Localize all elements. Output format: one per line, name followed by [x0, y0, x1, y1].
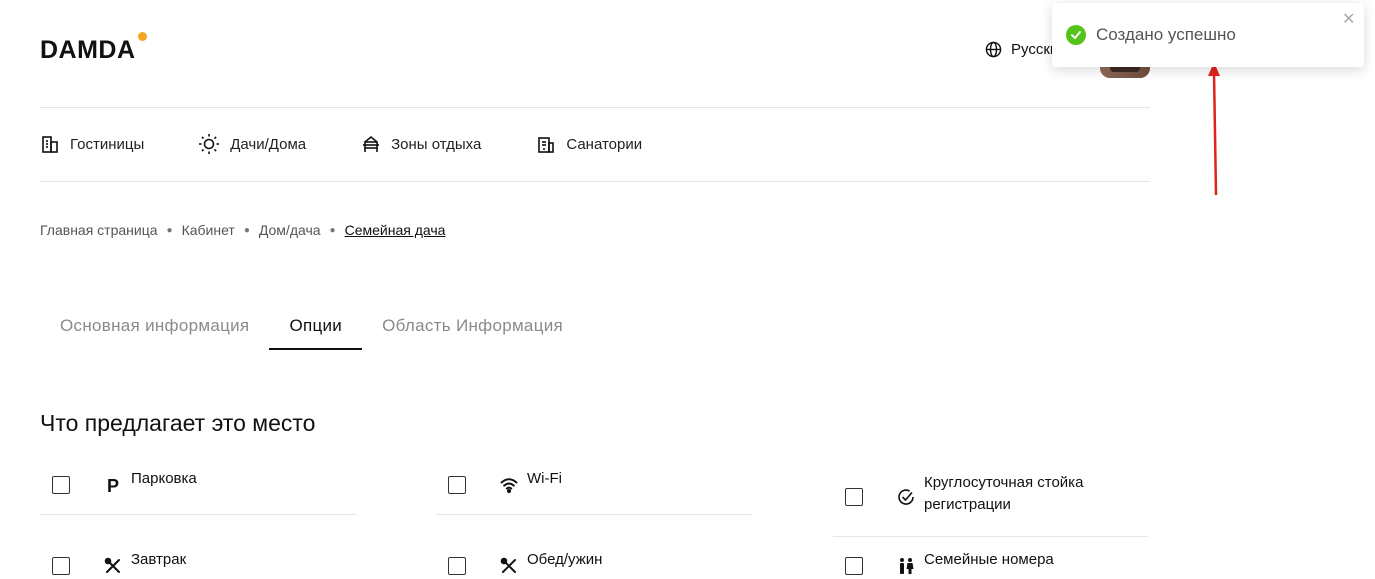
- category-label: Гостиницы: [70, 135, 145, 153]
- breadcrumb-separator: ●: [166, 224, 173, 236]
- logo-dot: [138, 32, 147, 41]
- option-checkbox[interactable]: [52, 476, 70, 494]
- option-parking: P Парковка: [40, 468, 197, 494]
- wifi-icon: [500, 476, 518, 494]
- option-family-rooms: Семейные номера: [833, 549, 1054, 575]
- svg-text:P: P: [107, 476, 119, 494]
- option-wifi: Wi-Fi: [436, 468, 562, 494]
- option-checkbox[interactable]: [52, 557, 70, 575]
- logo[interactable]: DAMDA: [40, 36, 136, 65]
- tab-area-info[interactable]: Область Информация: [362, 300, 583, 350]
- sanatorium-icon: [538, 137, 555, 153]
- category-dachas[interactable]: Дачи/Дома: [198, 133, 306, 155]
- breadcrumb: Главная страница ● Кабинет ● Дом/дача ● …: [40, 222, 445, 238]
- option-checkbox[interactable]: [845, 488, 863, 506]
- category-label: Зоны отдыха: [391, 135, 482, 153]
- option-lunch-dinner: Обед/ужин: [436, 549, 602, 575]
- option-label: Круглосуточная стойка регистрации: [924, 474, 1084, 513]
- cutlery-icon: [104, 557, 122, 575]
- hotel-icon: [42, 136, 58, 153]
- option-label: Семейные номера: [924, 551, 1054, 568]
- recreation-icon: [363, 135, 380, 152]
- check-circle-icon: [897, 488, 915, 506]
- tab-main-info[interactable]: Основная информация: [40, 300, 269, 350]
- option-label: Wi-Fi: [527, 470, 562, 487]
- success-check-icon: [1066, 25, 1086, 45]
- parking-icon: P: [104, 476, 122, 494]
- toast-notification: Создано успешно ✕: [1052, 3, 1364, 67]
- toast-message: Создано успешно: [1096, 25, 1236, 44]
- option-label: Обед/ужин: [527, 551, 603, 568]
- category-hotels[interactable]: Гостиницы: [40, 133, 144, 155]
- breadcrumb-cabinet[interactable]: Кабинет: [182, 222, 235, 238]
- category-label: Санатории: [566, 135, 643, 153]
- breadcrumb-home[interactable]: Главная страница: [40, 222, 158, 238]
- category-label: Дачи/Дома: [230, 135, 307, 153]
- option-checkbox[interactable]: [845, 557, 863, 575]
- annotation-arrow: [1208, 62, 1220, 196]
- option-checkbox[interactable]: [448, 476, 466, 494]
- header-divider: [40, 107, 1150, 108]
- family-icon: [897, 557, 915, 575]
- category-nav: Гостиницы Дачи/Дома Зоны отдыха Санатори…: [40, 133, 642, 155]
- option-divider: [40, 514, 357, 515]
- option-checkbox[interactable]: [448, 557, 466, 575]
- option-breakfast: Завтрак: [40, 549, 186, 575]
- option-divider: [833, 536, 1148, 537]
- breadcrumb-house[interactable]: Дом/дача: [259, 222, 321, 238]
- category-recreation[interactable]: Зоны отдыха: [361, 133, 481, 155]
- breadcrumb-current[interactable]: Семейная дача: [345, 222, 446, 238]
- option-divider: [436, 514, 752, 515]
- nav-divider: [40, 181, 1150, 182]
- close-icon[interactable]: ✕: [1342, 12, 1355, 28]
- tab-bar: Основная информация Опции Область Информ…: [40, 300, 583, 350]
- globe-icon: [985, 41, 1002, 58]
- option-reception: Круглосуточная стойка регистрации: [833, 472, 1124, 516]
- tab-options[interactable]: Опции: [269, 300, 362, 350]
- option-label: Парковка: [131, 470, 197, 487]
- cutlery-icon: [500, 557, 518, 575]
- section-title: Что предлагает это место: [40, 410, 316, 436]
- category-sanatoriums[interactable]: Санатории: [536, 133, 642, 155]
- option-label: Завтрак: [131, 551, 187, 568]
- breadcrumb-separator: ●: [243, 224, 250, 236]
- sun-icon: [199, 134, 220, 154]
- breadcrumb-separator: ●: [329, 224, 336, 236]
